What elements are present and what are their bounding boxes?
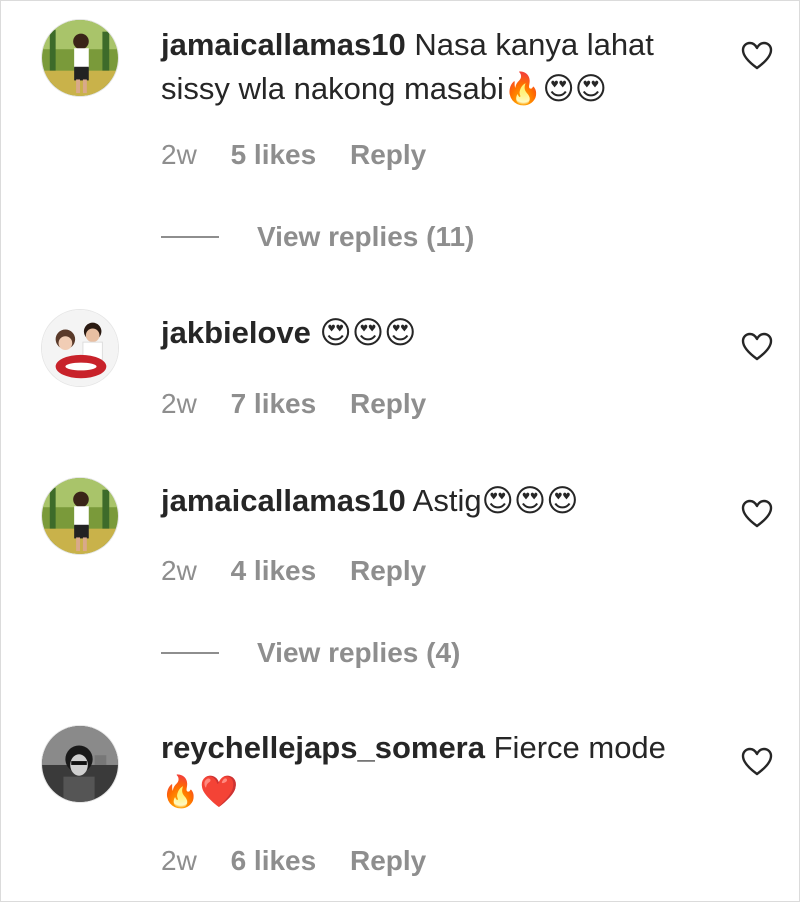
comment-username[interactable]: jamaicallamas10: [161, 27, 406, 62]
reply-button[interactable]: Reply: [350, 555, 426, 587]
reply-button[interactable]: Reply: [350, 139, 426, 171]
heart-icon[interactable]: [741, 747, 773, 777]
comment-username[interactable]: jamaicallamas10: [161, 483, 406, 518]
comments-panel: jamaicallamas10 Nasa kanya lahat sissy w…: [0, 0, 800, 902]
heart-icon[interactable]: [741, 41, 773, 71]
comment-body: 😍😍😍: [319, 315, 417, 350]
comment-username[interactable]: jakbielove: [161, 315, 311, 350]
avatar[interactable]: [41, 725, 119, 803]
view-replies-label: View replies (11): [257, 221, 475, 252]
comment-text: reychellejaps_somera Fierce mode🔥❤️: [161, 726, 701, 814]
profile-photo-icon: [42, 20, 118, 96]
comment-time: 2w: [161, 388, 197, 419]
profile-photo-icon: [42, 726, 118, 802]
comment-meta: 2w 5 likes Reply: [161, 139, 426, 171]
comment-time: 2w: [161, 555, 197, 586]
comment-text: jamaicallamas10 Nasa kanya lahat sissy w…: [161, 23, 701, 111]
avatar[interactable]: [41, 19, 119, 97]
comment-meta: 2w 6 likes Reply: [161, 845, 426, 877]
profile-photo-icon: [42, 478, 118, 554]
comment-username[interactable]: reychellejaps_somera: [161, 730, 485, 765]
comment-body: Astig😍😍😍: [412, 483, 579, 518]
comment-text: jakbielove 😍😍😍: [161, 311, 701, 355]
reply-button[interactable]: Reply: [350, 845, 426, 877]
comment-time: 2w: [161, 139, 197, 170]
comment-likes[interactable]: 5 likes: [231, 139, 317, 171]
divider-line: [161, 652, 219, 654]
heart-icon[interactable]: [741, 332, 773, 362]
heart-icon[interactable]: [741, 499, 773, 529]
comment-meta: 2w 7 likes Reply: [161, 388, 426, 420]
avatar[interactable]: [41, 309, 119, 387]
profile-photo-icon: [42, 310, 118, 386]
avatar[interactable]: [41, 477, 119, 555]
comment-likes[interactable]: 4 likes: [231, 555, 317, 587]
view-replies-button[interactable]: View replies (11): [161, 217, 474, 257]
comment-time: 2w: [161, 845, 197, 876]
comment-text: jamaicallamas10 Astig😍😍😍: [161, 479, 701, 523]
divider-line: [161, 236, 219, 238]
comment-meta: 2w 4 likes Reply: [161, 555, 426, 587]
reply-button[interactable]: Reply: [350, 388, 426, 420]
view-replies-button[interactable]: View replies (4): [161, 633, 460, 673]
view-replies-label: View replies (4): [257, 637, 461, 668]
comment-likes[interactable]: 6 likes: [231, 845, 317, 877]
comment-likes[interactable]: 7 likes: [231, 388, 317, 420]
